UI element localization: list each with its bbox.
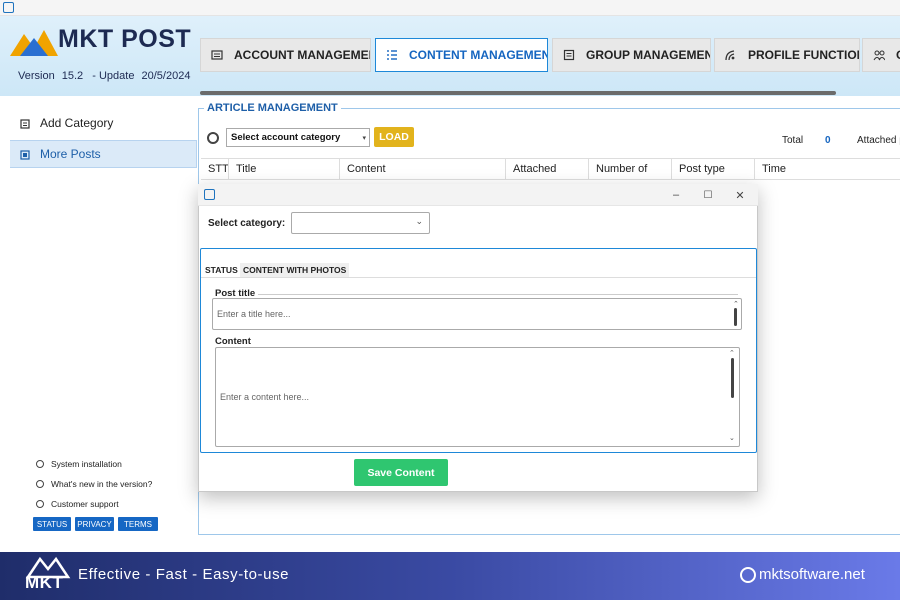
footer-logo: MKT xyxy=(24,555,72,595)
help-icon xyxy=(36,500,44,508)
dialog-app-icon xyxy=(204,189,215,200)
column-header-time[interactable]: Time xyxy=(754,158,900,180)
footer-link-label: System installation xyxy=(51,459,122,469)
scroll-up-icon[interactable]: ⌃ xyxy=(733,300,739,308)
content-textarea[interactable]: Enter a content here... ⌃ ⌄ xyxy=(215,347,740,447)
content-placeholder: Enter a content here... xyxy=(220,392,310,402)
update-label: - Update xyxy=(92,70,135,82)
sidebar-item-label: Add Category xyxy=(40,116,114,130)
column-header-attached[interactable]: Attached xyxy=(505,158,589,180)
category-select[interactable]: ⌄ xyxy=(291,212,430,234)
tab-divider xyxy=(201,277,756,278)
tab-group-partial[interactable]: G xyxy=(862,38,900,72)
tab-account-management[interactable]: ACCOUNT MANAGEMENT xyxy=(200,38,371,72)
total-value: 0 xyxy=(825,135,831,146)
maximize-button[interactable]: ☐ xyxy=(699,186,717,204)
content-label: Content xyxy=(215,336,251,347)
refresh-icon[interactable] xyxy=(207,132,219,144)
contact-card-icon xyxy=(211,49,223,61)
app-icon xyxy=(3,2,14,13)
tab-status[interactable]: STATUS xyxy=(203,263,240,277)
sidebar-item-label: More Posts xyxy=(40,147,101,161)
post-title-placeholder: Enter a title here... xyxy=(217,309,291,319)
app-name: MKT POST xyxy=(58,25,192,53)
scroll-down-icon[interactable]: ⌄ xyxy=(729,434,735,442)
close-button[interactable]: ✕ xyxy=(731,186,749,204)
system-installation-link[interactable]: System installation xyxy=(36,459,122,469)
version-info: Version 15.2 - Update 20/5/2024 xyxy=(18,70,190,82)
footer-link-label: Customer support xyxy=(51,499,119,509)
footer-logo-text: MKT xyxy=(25,573,64,592)
minimize-button[interactable]: – xyxy=(667,186,685,204)
article-management-title: ARTICLE MANAGEMENT xyxy=(204,102,341,114)
tab-profile-function[interactable]: PROFILE FUNCTION xyxy=(714,38,860,72)
tab-label: PROFILE FUNCTION xyxy=(748,48,860,62)
status-badge-button[interactable]: STATUS xyxy=(33,517,71,531)
tab-label: ACCOUNT MANAGEMENT xyxy=(234,48,371,62)
info-icon xyxy=(36,480,44,488)
tab-content-with-photos[interactable]: CONTENT WITH PHOTOS xyxy=(240,263,350,277)
satellite-icon xyxy=(725,49,737,61)
tab-label: G xyxy=(896,48,900,62)
chevron-down-icon: ▾ xyxy=(362,135,366,142)
column-header-post-type[interactable]: Post type xyxy=(671,158,755,180)
window-title-bar xyxy=(0,0,900,16)
account-category-value: Select account category xyxy=(231,132,341,143)
post-title-scrollbar[interactable] xyxy=(734,308,737,326)
column-header-stt[interactable]: STT xyxy=(201,158,230,180)
website-text: mktsoftware.net xyxy=(759,566,865,583)
tabs-scrollbar[interactable] xyxy=(200,91,836,95)
users-icon xyxy=(873,49,886,61)
customer-support-link[interactable]: Customer support xyxy=(36,499,119,509)
website-link[interactable]: mktsoftware.net xyxy=(740,566,865,583)
content-scrollbar[interactable] xyxy=(731,358,734,398)
document-icon xyxy=(563,49,575,61)
select-category-label: Select category: xyxy=(208,218,286,229)
version-label: Version xyxy=(18,70,55,82)
folder-icon xyxy=(20,118,30,129)
globe-icon xyxy=(740,566,756,583)
update-date: 20/5/2024 xyxy=(141,70,191,82)
sidebar-item-add-category[interactable]: Add Category xyxy=(0,108,197,138)
load-button[interactable]: LOAD xyxy=(374,127,414,147)
tab-content-management[interactable]: CONTENT MANAGEMENT xyxy=(375,38,548,72)
add-post-icon xyxy=(20,149,30,160)
group-divider xyxy=(258,294,738,295)
column-header-content[interactable]: Content xyxy=(339,158,506,180)
attached-label: Attached p xyxy=(857,135,900,146)
logo-mountain-icon xyxy=(10,30,58,56)
version-number: 15.2 xyxy=(61,70,84,82)
footer-link-label: What's new in the version? xyxy=(51,479,153,489)
whats-new-link[interactable]: What's new in the version? xyxy=(36,479,152,489)
chevron-down-icon: ⌄ xyxy=(415,216,423,226)
gear-icon xyxy=(36,460,44,468)
privacy-badge-button[interactable]: PRIVACY xyxy=(75,517,114,531)
tab-label: GROUP MANAGEMENT xyxy=(586,48,711,62)
total-label: Total xyxy=(782,135,804,146)
save-content-button[interactable]: Save Content xyxy=(354,459,448,486)
list-icon xyxy=(386,49,398,61)
post-title-input[interactable]: Enter a title here... ⌃ xyxy=(212,298,742,330)
scroll-up-icon[interactable]: ⌃ xyxy=(729,349,735,357)
column-header-title[interactable]: Title xyxy=(228,158,340,180)
tab-group-management[interactable]: GROUP MANAGEMENT xyxy=(552,38,711,72)
column-header-number-of[interactable]: Number of xyxy=(588,158,672,180)
terms-badge-button[interactable]: TERMS xyxy=(118,517,158,531)
mkt-logo: MKT POST xyxy=(10,22,191,60)
tab-label: CONTENT MANAGEMENT xyxy=(409,48,548,62)
slogan: Effective - Fast - Easy-to-use xyxy=(78,566,290,583)
account-category-select[interactable]: Select account category ▾ xyxy=(226,128,370,147)
sidebar-item-more-posts[interactable]: More Posts xyxy=(10,140,197,168)
